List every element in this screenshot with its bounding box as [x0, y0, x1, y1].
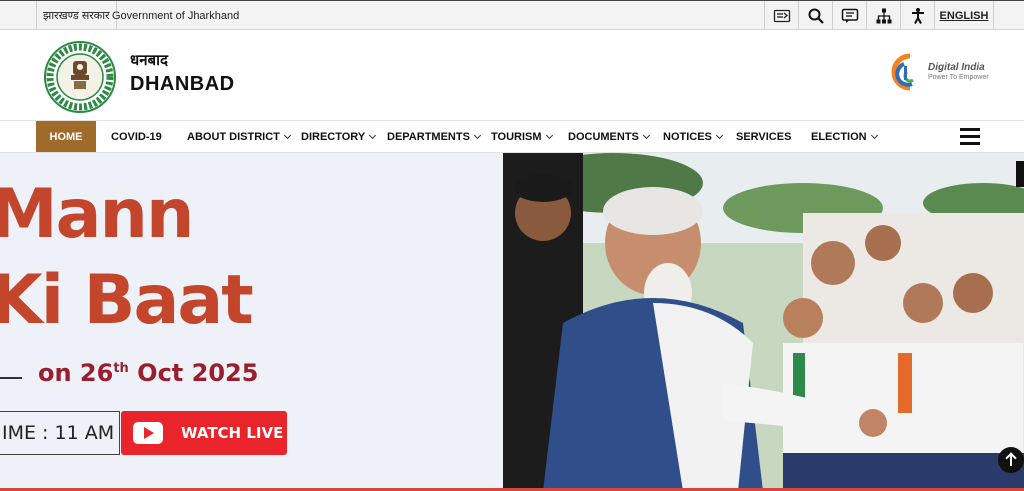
nav-election-label: ELECTION: [811, 130, 867, 143]
nav-directory[interactable]: DIRECTORY: [301, 121, 377, 152]
site-header: धनबाद DHANBAD Digital India Power To Emp…: [0, 30, 1024, 121]
side-feedback-tab[interactable]: [1016, 161, 1024, 187]
watch-live-button[interactable]: WATCH LIVE: [121, 411, 287, 455]
nav-services-label: SERVICES: [736, 130, 792, 143]
digital-india-tagline: Power To Empower: [928, 74, 989, 81]
nav-election[interactable]: ELECTION: [811, 121, 878, 152]
nav-departments-label: DEPARTMENTS: [387, 130, 470, 143]
digital-india-title: Digital India: [928, 62, 985, 73]
nav-notices-label: NOTICES: [663, 130, 712, 143]
skip-to-content-icon[interactable]: [764, 1, 798, 30]
top-utility-bar: झारखण्ड सरकार Government of Jharkhand EN…: [0, 0, 1024, 30]
nav-directory-label: DIRECTORY: [301, 130, 366, 143]
accessibility-icon[interactable]: [900, 1, 934, 30]
nav-departments[interactable]: DEPARTMENTS: [387, 121, 481, 152]
jharkhand-emblem-logo[interactable]: [44, 41, 116, 113]
broadcast-time: IME : 11 AM: [0, 411, 120, 455]
nav-home-label: HOME: [49, 130, 83, 143]
district-name[interactable]: DHANBAD: [130, 73, 235, 96]
nav-documents[interactable]: DOCUMENTS: [568, 121, 650, 152]
nav-about-district[interactable]: ABOUT DISTRICT: [187, 121, 291, 152]
nav-notices[interactable]: NOTICES: [663, 121, 723, 152]
nav-services[interactable]: SERVICES: [736, 121, 791, 152]
chevron-down-icon: [870, 131, 878, 139]
chevron-down-icon: [715, 131, 723, 139]
chevron-down-icon: [283, 131, 291, 139]
chevron-down-icon: [369, 131, 377, 139]
hero-photo: [503, 153, 1024, 491]
hero-banner[interactable]: Mann Ki Baat on 26th Oct 2025 IME : 11 A…: [0, 153, 1024, 491]
language-toggle[interactable]: ENGLISH: [934, 1, 994, 30]
nav-documents-label: DOCUMENTS: [568, 130, 639, 143]
watch-live-label: WATCH LIVE: [181, 424, 284, 442]
date-prefix: on 26: [38, 359, 114, 387]
nav-about-district-label: ABOUT DISTRICT: [187, 130, 280, 143]
chevron-down-icon: [642, 131, 650, 139]
scroll-to-top-icon[interactable]: [998, 447, 1024, 473]
hero-headline-line2: Ki Baat: [0, 261, 254, 340]
utility-tools: ENGLISH: [764, 1, 994, 30]
nav-tourism[interactable]: TOURISM: [491, 121, 553, 152]
government-label[interactable]: Government of Jharkhand: [112, 1, 239, 30]
chevron-down-icon: [545, 131, 553, 139]
sitemap-icon[interactable]: [866, 1, 900, 30]
nav-covid-19-label: COVID-19: [111, 130, 162, 143]
youtube-play-icon: [133, 422, 163, 444]
mann-ki-baat-promo: Mann Ki Baat on 26th Oct 2025 IME : 11 A…: [0, 153, 503, 491]
district-name-hindi: धनबाद: [130, 52, 168, 69]
date-superscript: th: [113, 361, 129, 376]
nav-home[interactable]: HOME: [36, 121, 96, 152]
decorative-divider: [0, 377, 22, 379]
hindi-government-label[interactable]: झारखण्ड सरकार: [36, 1, 117, 30]
screen-reader-icon[interactable]: [832, 1, 866, 30]
search-icon[interactable]: [798, 1, 832, 30]
nav-covid-19[interactable]: COVID-19: [111, 121, 162, 152]
date-suffix: Oct 2025: [128, 359, 259, 387]
main-navigation: HOME COVID-19 ABOUT DISTRICT DIRECTORY D…: [0, 121, 1024, 153]
nav-tourism-label: TOURISM: [491, 130, 542, 143]
hamburger-menu-icon[interactable]: [960, 128, 980, 146]
broadcast-date: on 26th Oct 2025: [38, 359, 258, 387]
chevron-down-icon: [473, 131, 481, 139]
hero-headline-line1: Mann: [0, 175, 194, 254]
